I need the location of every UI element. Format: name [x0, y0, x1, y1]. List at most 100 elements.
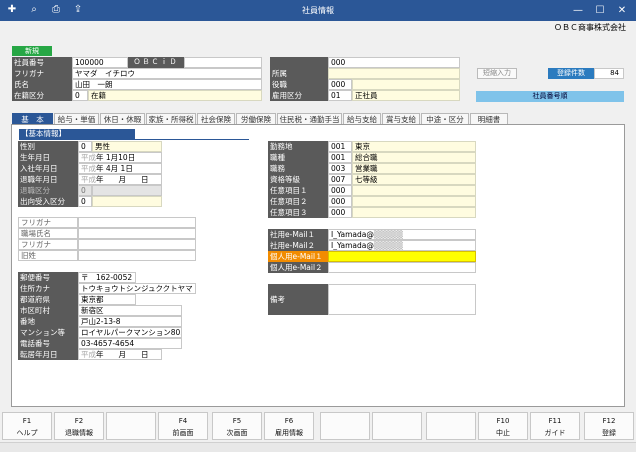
- join-era: 平成: [81, 164, 96, 173]
- mail1-value: I_Yamada@: [331, 230, 374, 239]
- job-code[interactable]: 001: [328, 152, 352, 163]
- short-input-button[interactable]: 短縮入力: [477, 68, 517, 79]
- window-title: 社員情報: [302, 6, 334, 15]
- f6-employment-button[interactable]: F6 雇用情報: [264, 412, 314, 440]
- f4-key: F4: [178, 417, 188, 425]
- reg-count-value: 84: [594, 68, 624, 79]
- search-icon[interactable]: ⌕: [26, 3, 42, 17]
- workname-label: 職場氏名: [18, 228, 78, 239]
- kana-field[interactable]: ヤマダ イチロウ: [72, 68, 262, 79]
- opt3-code[interactable]: 000: [328, 207, 352, 218]
- addr-kana-label: 住所カナ: [18, 283, 78, 294]
- maximize-icon[interactable]: ☐: [588, 0, 612, 21]
- secondment-code[interactable]: 0: [78, 196, 92, 207]
- f10-key: F10: [496, 417, 510, 425]
- section-title: 【基本情報】: [19, 129, 135, 139]
- name-field[interactable]: 山田 一朗: [72, 79, 262, 90]
- opt2-name: [352, 196, 476, 207]
- zip-field[interactable]: 〒 162-0052: [78, 272, 136, 283]
- move-field[interactable]: 平成年 月 日: [78, 349, 162, 360]
- duty-code[interactable]: 003: [328, 163, 352, 174]
- obcid-label: ＯＢＣｉＤ: [128, 57, 184, 68]
- kana3-field[interactable]: [78, 239, 196, 250]
- f9-button[interactable]: [426, 412, 476, 440]
- f1-key: F1: [22, 417, 32, 425]
- obcid-field[interactable]: [184, 57, 262, 68]
- opt3-name: [352, 207, 476, 218]
- post-code[interactable]: 000: [328, 79, 352, 90]
- former-name-label: 旧姓: [18, 250, 78, 261]
- gender-text: 男性: [92, 141, 162, 152]
- dept-code[interactable]: 000: [328, 57, 460, 68]
- export-icon[interactable]: ⇪: [70, 3, 86, 17]
- f6-label: 雇用情報: [275, 429, 303, 437]
- mail1-field[interactable]: I_Yamada@▒▒▒▒▒: [328, 229, 476, 240]
- mail2-field[interactable]: I_Yamada@▒▒▒▒▒: [328, 240, 476, 251]
- opt1-code[interactable]: 000: [328, 185, 352, 196]
- f10-cancel-button[interactable]: F10 中止: [478, 412, 528, 440]
- close-icon[interactable]: ✕: [610, 0, 634, 21]
- status-code[interactable]: 0: [72, 90, 88, 101]
- print-icon[interactable]: ⎙: [48, 3, 64, 17]
- block-field[interactable]: 戸山2-13-8: [78, 316, 182, 327]
- retire-type-text: [92, 185, 162, 196]
- f7-button[interactable]: [320, 412, 370, 440]
- kana2-field[interactable]: [78, 217, 196, 228]
- birth-field[interactable]: 平成年 1月10日: [78, 152, 162, 163]
- grade-code[interactable]: 007: [328, 174, 352, 185]
- section-divider: [19, 139, 249, 140]
- location-label: 勤務地: [268, 141, 328, 152]
- move-ymd: 年 月 日: [96, 350, 149, 359]
- birth-year: 年: [96, 153, 104, 162]
- location-code[interactable]: 001: [328, 141, 352, 152]
- building-field[interactable]: ロイヤルパークマンション805: [78, 327, 182, 338]
- building-label: マンション等: [18, 327, 78, 338]
- opt3-label: 任意項目３: [268, 207, 328, 218]
- job-name: 総合職: [352, 152, 476, 163]
- join-year: 年: [96, 164, 104, 173]
- f11-guide-button[interactable]: F11 ガイド: [530, 412, 580, 440]
- workname-field[interactable]: [78, 228, 196, 239]
- dept-name: [328, 68, 460, 79]
- company-name: ＯＢＣ商事株式会社: [554, 23, 626, 32]
- pmail2-field[interactable]: [328, 262, 476, 273]
- city-field[interactable]: 新宿区: [78, 305, 182, 316]
- retire-ymd: 年 月 日: [96, 175, 149, 184]
- f12-register-button[interactable]: F12 登録: [584, 412, 634, 440]
- f4-prev-button[interactable]: F4 前画面: [158, 412, 208, 440]
- join-field[interactable]: 平成年 4月 1日: [78, 163, 162, 174]
- tel-label: 電話番号: [18, 338, 78, 349]
- pmail1-label: 個人用e-Mail１: [268, 251, 328, 262]
- grade-name: 七等級: [352, 174, 476, 185]
- addr-kana-field[interactable]: トウキョウトシンジュククトヤマ: [78, 283, 196, 294]
- name-label: 氏名: [12, 79, 72, 90]
- emptype-code[interactable]: 01: [328, 90, 352, 101]
- f2-label: 退職情報: [65, 429, 93, 437]
- minimize-icon[interactable]: —: [566, 0, 590, 21]
- move-era: 平成: [81, 350, 96, 359]
- sort-order-label[interactable]: 社員番号順: [476, 91, 624, 102]
- emptype-name: 正社員: [352, 90, 460, 101]
- pref-field[interactable]: 東京都: [78, 294, 136, 305]
- note-label: 備考: [268, 284, 328, 315]
- pmail1-field[interactable]: [328, 251, 476, 262]
- new-icon[interactable]: ✚: [4, 3, 20, 17]
- f1-help-button[interactable]: F1 ヘルプ: [2, 412, 52, 440]
- retire-field[interactable]: 平成年 月 日: [78, 174, 162, 185]
- location-name: 東京: [352, 141, 476, 152]
- duty-name: 営業職: [352, 163, 476, 174]
- opt2-code[interactable]: 000: [328, 196, 352, 207]
- f8-button[interactable]: [372, 412, 422, 440]
- f1-label: ヘルプ: [16, 429, 38, 437]
- mail2-label: 社用e-Mail２: [268, 240, 328, 251]
- note-field[interactable]: [328, 284, 476, 315]
- reg-count-label: 登録件数: [548, 68, 594, 79]
- gender-code[interactable]: 0: [78, 141, 92, 152]
- former-name-field[interactable]: [78, 250, 196, 261]
- f3-button[interactable]: [106, 412, 156, 440]
- tel-field[interactable]: 03-4657-4654: [78, 338, 182, 349]
- f2-retire-info-button[interactable]: F2 退職情報: [54, 412, 104, 440]
- emp-no-field[interactable]: 100000: [72, 57, 128, 68]
- post-label: 役職: [270, 79, 328, 90]
- f5-next-button[interactable]: F5 次画面: [212, 412, 262, 440]
